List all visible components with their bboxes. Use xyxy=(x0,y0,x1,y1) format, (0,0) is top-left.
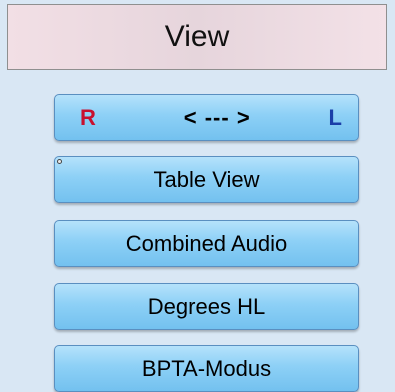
table-view-button[interactable]: Table View xyxy=(54,156,359,203)
combined-audio-button[interactable]: Combined Audio xyxy=(54,220,359,267)
corner-dot-icon xyxy=(57,159,62,164)
table-view-label: Table View xyxy=(153,166,260,192)
view-header: View xyxy=(7,4,387,70)
view-panel: View R < --- > L Table View Combined Aud… xyxy=(0,0,395,392)
degrees-hl-button[interactable]: Degrees HL xyxy=(54,283,359,330)
right-ear-label: R xyxy=(80,104,96,130)
bpta-modus-label: BPTA-Modus xyxy=(141,355,272,381)
swap-arrows-label: < --- > xyxy=(183,104,251,130)
page-title: View xyxy=(164,20,230,53)
left-ear-label: L xyxy=(328,104,342,130)
bpta-modus-button[interactable]: BPTA-Modus xyxy=(54,345,359,392)
degrees-hl-label: Degrees HL xyxy=(147,293,266,319)
combined-audio-label: Combined Audio xyxy=(125,230,288,256)
swap-ear-button[interactable]: R < --- > L xyxy=(54,94,359,141)
